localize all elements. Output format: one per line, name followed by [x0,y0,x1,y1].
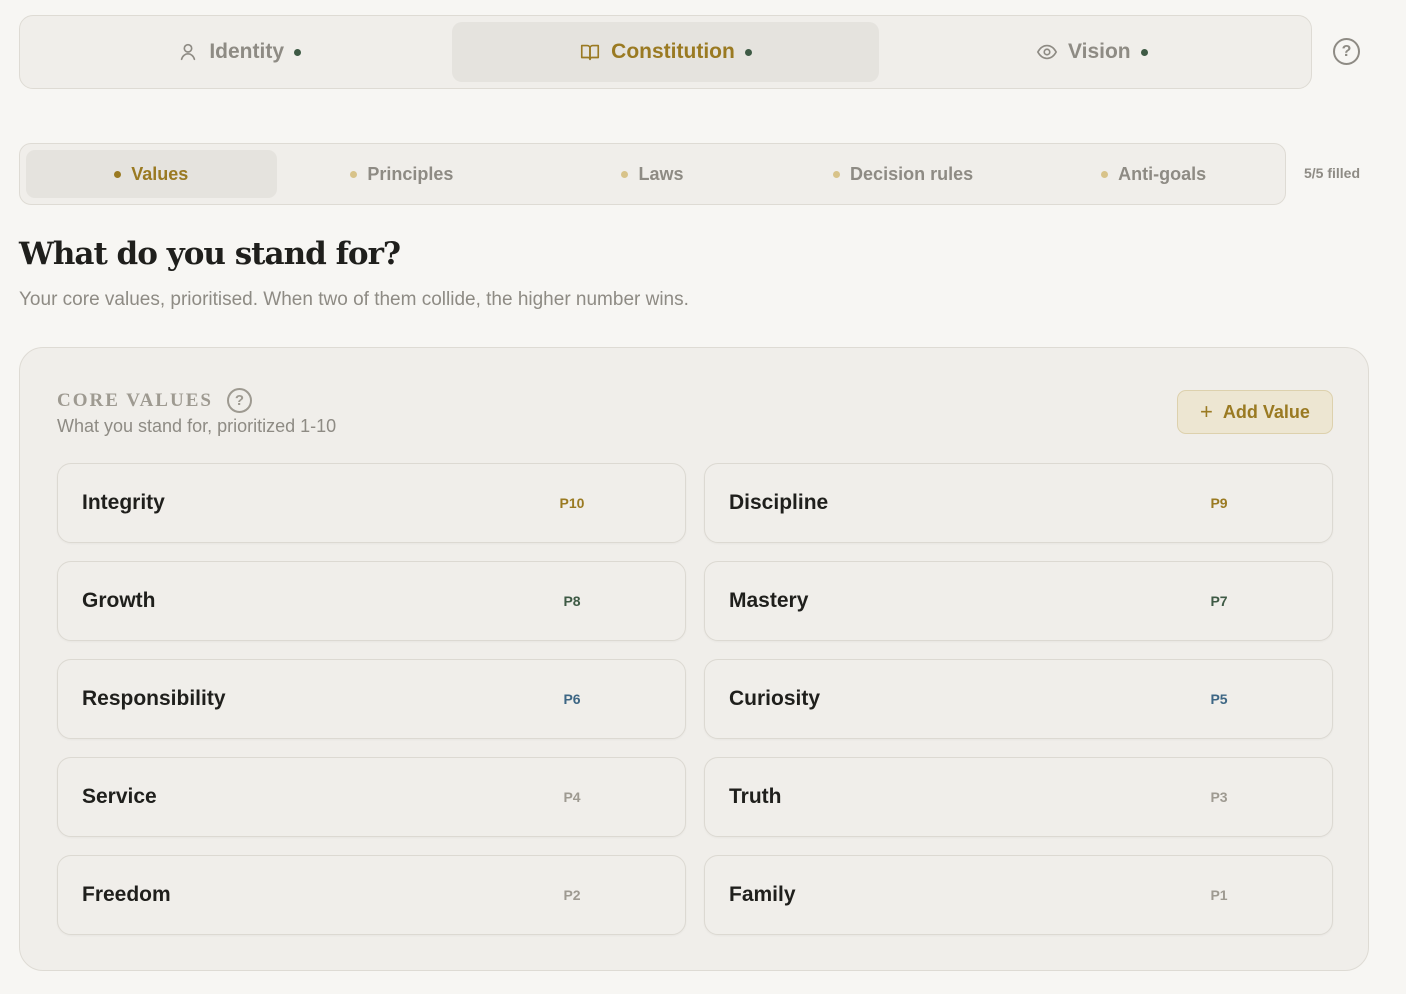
page: Identity Constitution Vision ? Values Pr… [0,0,1406,994]
value-card[interactable]: Mastery P7 [704,561,1333,641]
value-card[interactable]: Service P4 [57,757,686,837]
status-dot [1140,48,1148,56]
priority-badge: P3 [1210,789,1228,805]
filled-status: 5/5 filled [1304,165,1361,181]
card-subtitle: What you stand for, prioritized 1-10 [57,416,337,436]
subtab-anti-goals[interactable]: Anti-goals [1028,150,1279,198]
subtab-values[interactable]: Values [26,150,277,198]
value-card[interactable]: Freedom P2 [57,855,686,935]
core-values-card: CORE VALUES ? What you stand for, priori… [19,347,1369,971]
value-card[interactable]: Growth P8 [57,561,686,641]
priority-badge: P2 [563,887,581,903]
priority-badge: P7 [1210,593,1228,609]
value-card[interactable]: Discipline P9 [704,463,1333,543]
status-dot [350,170,358,178]
status-dot [621,170,629,178]
status-dot [114,170,122,178]
eye-icon [1036,44,1058,60]
value-name: Discipline [729,491,829,514]
value-card[interactable]: Truth P3 [704,757,1333,837]
add-value-label: Add Value [1222,401,1310,422]
priority-badge: P10 [559,495,585,511]
priority-badge: P9 [1210,495,1228,511]
plus-icon: + [1200,399,1213,424]
status-dot [294,48,301,56]
subtab-principles[interactable]: Principles [277,150,528,198]
user-icon [181,43,196,61]
card-title: CORE VALUES [57,389,213,411]
value-card[interactable]: Family P1 [704,855,1333,935]
status-dot [833,170,841,178]
values-grid: Integrity P10 Discipline P9 Growth P8 Ma… [57,463,1333,935]
section-tab-bar: Values Principles Laws Decision rules An… [19,143,1286,205]
help-icon[interactable]: ? [226,388,252,413]
subtab-label: Anti-goals [1118,163,1207,184]
value-name: Freedom [82,883,171,906]
tab-vision[interactable]: Vision [879,22,1305,82]
value-name: Responsibility [82,687,226,710]
value-name: Family [729,883,796,906]
subtab-laws[interactable]: Laws [527,150,778,198]
value-name: Service [82,785,157,808]
card-header: CORE VALUES ? [57,388,252,413]
status-dot [1101,170,1109,178]
subtab-label: Principles [367,163,454,184]
status-dot [744,48,752,56]
subtab-label: Laws [638,163,684,184]
value-card[interactable]: Responsibility P6 [57,659,686,739]
value-name: Mastery [729,589,809,612]
priority-badge: P1 [1210,887,1228,903]
help-icon[interactable]: ? [1333,38,1360,65]
tab-identity[interactable]: Identity [26,22,452,82]
add-value-button[interactable]: + Add Value [1177,390,1333,434]
subtab-decision-rules[interactable]: Decision rules [778,150,1029,198]
priority-badge: P4 [563,789,581,805]
book-icon [581,44,600,61]
subtab-label: Values [131,163,189,184]
tab-constitution[interactable]: Constitution [452,22,879,82]
tab-identity-label: Identity [209,40,284,63]
value-name: Curiosity [729,687,821,710]
page-title: What do you stand for? [19,236,401,272]
tab-constitution-label: Constitution [611,40,735,63]
top-tab-bar: Identity Constitution Vision [19,15,1312,89]
value-name: Integrity [82,491,165,514]
value-name: Truth [729,785,782,808]
tab-vision-label: Vision [1068,40,1131,63]
page-subtitle: Your core values, prioritised. When two … [19,289,689,310]
priority-badge: P6 [563,691,581,707]
value-name: Growth [82,589,156,612]
value-card[interactable]: Curiosity P5 [704,659,1333,739]
priority-badge: P5 [1210,691,1228,707]
priority-badge: P8 [563,593,581,609]
subtab-label: Decision rules [850,163,974,184]
value-card[interactable]: Integrity P10 [57,463,686,543]
